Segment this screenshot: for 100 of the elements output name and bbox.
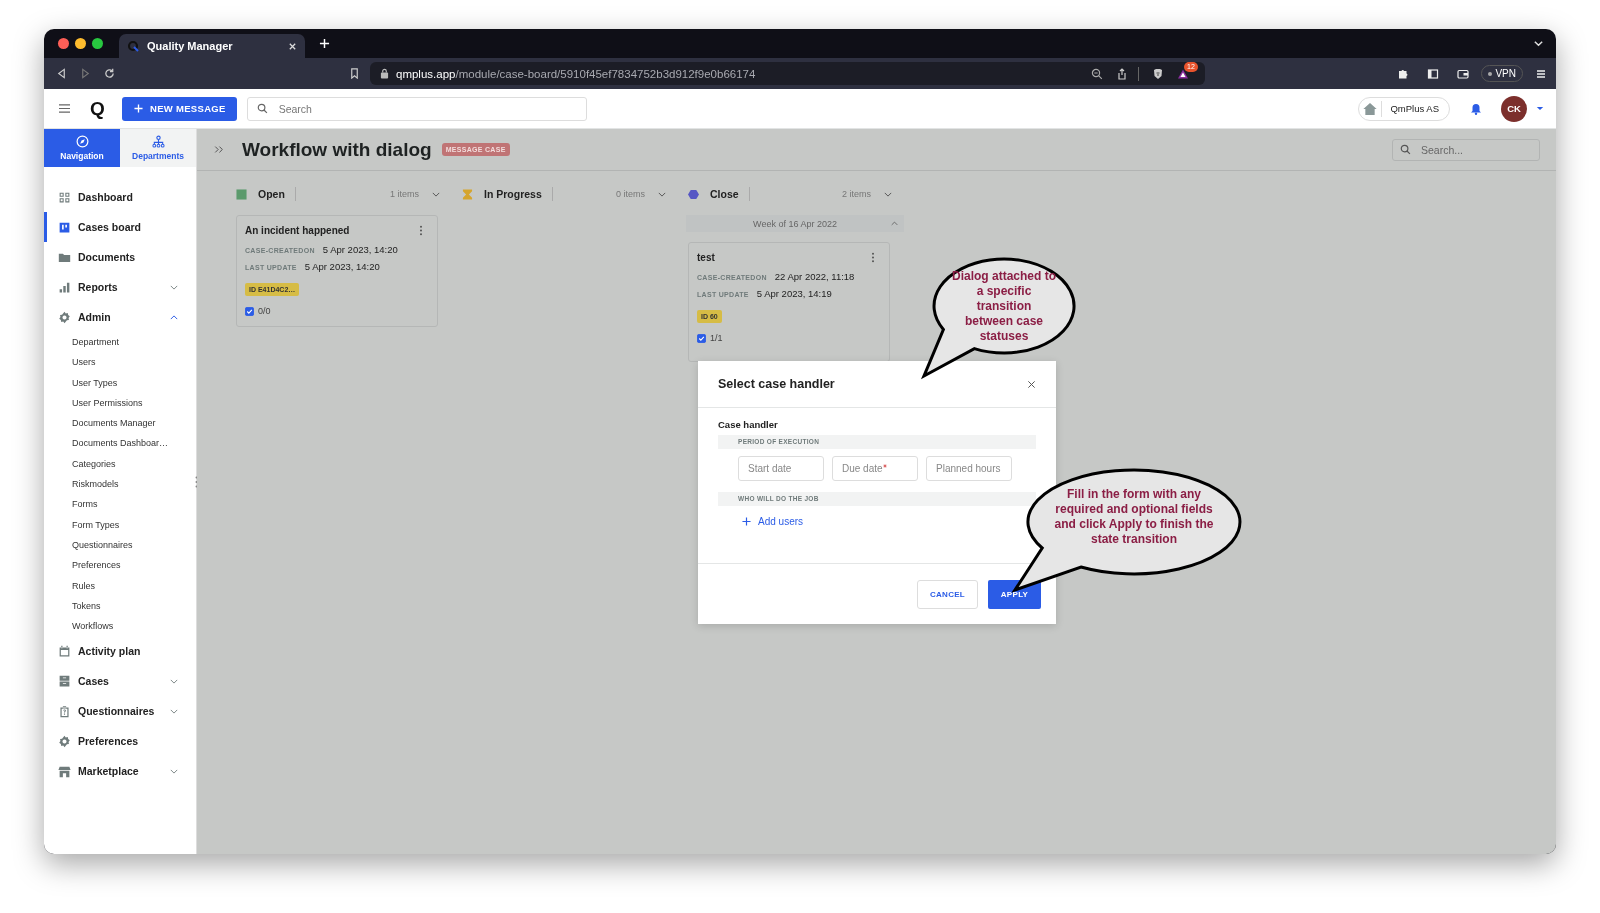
app-logo[interactable]: Q: [90, 97, 108, 120]
resize-handle[interactable]: [195, 476, 198, 488]
input-field[interactable]: Start date: [738, 456, 824, 481]
search-icon: [1400, 144, 1411, 155]
close-icon[interactable]: [1027, 379, 1036, 389]
nav-subitem[interactable]: User Permissions: [44, 392, 196, 414]
nav-item[interactable]: Dashboard: [44, 182, 196, 212]
chevron-icon[interactable]: [884, 191, 892, 197]
nav-subitem[interactable]: Questionnaires: [44, 534, 196, 556]
nav-subitem[interactable]: Users: [44, 352, 196, 373]
nav-subitem[interactable]: User Types: [44, 372, 196, 393]
chevron-icon[interactable]: [658, 191, 666, 197]
search-field[interactable]: Search...: [1392, 138, 1540, 161]
nav-subitem[interactable]: Preferences: [44, 555, 196, 576]
nav-subitem[interactable]: Documents Manager: [44, 413, 196, 434]
nav-subitem[interactable]: Documents Dashboar…: [44, 433, 196, 454]
field-value: 22 Apr 2022, 11:18: [774, 271, 855, 282]
calendar-icon: [58, 644, 71, 658]
back-icon[interactable]: [56, 68, 67, 79]
close-window-button[interactable]: [58, 38, 69, 49]
lock-icon: [380, 68, 389, 79]
compass-icon: [75, 135, 89, 148]
bar-chart-icon: [58, 280, 71, 294]
bookmark-icon[interactable]: [349, 68, 360, 79]
minimize-window-button[interactable]: [75, 38, 86, 49]
more-icon[interactable]: [419, 225, 423, 236]
caret-icon[interactable]: [1536, 106, 1544, 111]
checklist-count: 1/1: [710, 333, 723, 343]
gear-icon: [58, 734, 71, 748]
new-message-button[interactable]: NEW MESSAGE: [122, 96, 237, 121]
nav-item[interactable]: Questionnaires: [44, 696, 196, 727]
nav-item[interactable]: Preferences: [44, 726, 196, 757]
sidebar-panel-icon[interactable]: [1427, 67, 1440, 80]
search-field[interactable]: Search: [246, 96, 587, 121]
nav-item[interactable]: Marketplace: [44, 756, 196, 787]
plus-icon: [742, 517, 751, 526]
menu-icon[interactable]: [1535, 67, 1547, 80]
nav-subitem[interactable]: Forms: [44, 494, 196, 515]
nav-item[interactable]: Activity plan: [44, 636, 196, 667]
browser-tab[interactable]: Quality Manager: [119, 34, 305, 58]
field-value: 5 Apr 2023, 14:20: [304, 261, 380, 272]
user-avatar[interactable]: CK: [1501, 95, 1527, 122]
sidebar-tab[interactable]: Navigation: [44, 129, 120, 167]
chevron-icon[interactable]: [432, 191, 440, 197]
puzzle-icon[interactable]: [1397, 67, 1410, 80]
nav-item[interactable]: Admin: [44, 302, 196, 332]
checkbox[interactable]: [245, 306, 254, 316]
tab-list-icon[interactable]: [1533, 38, 1544, 49]
home-icon: [1362, 100, 1383, 117]
checkbox[interactable]: [697, 333, 706, 343]
chevron-icon[interactable]: [170, 284, 178, 290]
cancel-button[interactable]: CANCEL: [917, 579, 978, 609]
org-chart-icon: [151, 135, 165, 148]
item-count: 1 items: [390, 189, 419, 199]
card-title: An incident happened: [245, 225, 350, 236]
close-tab-icon[interactable]: [288, 41, 297, 51]
plus-icon: [134, 104, 143, 113]
chevron-icon[interactable]: [170, 678, 178, 684]
field-value: 5 Apr 2023, 14:19: [756, 288, 832, 299]
zoom-out-icon[interactable]: [1091, 67, 1103, 80]
new-tab-icon[interactable]: [319, 38, 330, 49]
required-icon: [883, 464, 888, 468]
nav-subitem[interactable]: Workflows: [44, 616, 196, 637]
input-field[interactable]: Planned hours: [926, 456, 1012, 481]
nav-subitem[interactable]: Riskmodels: [44, 474, 196, 495]
chevron-icon[interactable]: [170, 768, 178, 774]
nav-subitem[interactable]: Rules: [44, 575, 196, 596]
dialog-title: Select case handler: [718, 377, 835, 391]
clipboard-icon: [58, 704, 71, 718]
nav-subitem[interactable]: Form Types: [44, 514, 196, 535]
search-icon: [256, 103, 268, 114]
nav-item[interactable]: Documents: [44, 242, 196, 272]
add-users-link[interactable]: Add users: [742, 516, 804, 527]
zoom-window-button[interactable]: [92, 38, 103, 49]
callout-text: Dialog attached to a specific transition between case statuses: [952, 269, 1056, 344]
reload-icon[interactable]: [104, 68, 115, 79]
wallet-icon[interactable]: [1457, 67, 1470, 80]
nav-subitem[interactable]: Categories: [44, 453, 196, 475]
more-icon[interactable]: [871, 252, 875, 263]
item-count: 0 items: [616, 189, 645, 199]
menu-icon[interactable]: [58, 103, 71, 114]
share-icon[interactable]: [1116, 67, 1128, 80]
card-title: test: [697, 252, 715, 263]
nav-item[interactable]: Cases: [44, 666, 196, 697]
board-icon: [58, 220, 71, 234]
input-field[interactable]: Due date: [832, 456, 918, 481]
grid-icon: [58, 190, 71, 204]
nav-subitem[interactable]: Department: [44, 332, 196, 353]
sidebar-tab[interactable]: Departments: [120, 129, 196, 167]
nav-subitem[interactable]: Tokens: [44, 595, 196, 617]
triangle-icon[interactable]: [1177, 67, 1189, 80]
checklist-count: 0/0: [258, 306, 271, 316]
forward-icon[interactable]: [80, 68, 91, 79]
url-text: qmplus.app/module/case-board/5910f45ef7834752b3d912f9e0b66174: [396, 67, 756, 80]
bell-icon[interactable]: [1470, 102, 1482, 115]
chevron-icon[interactable]: [170, 314, 178, 320]
expand-icon[interactable]: [214, 145, 224, 154]
store-icon: [58, 764, 71, 778]
chevron-icon[interactable]: [170, 708, 178, 714]
nav-item[interactable]: Reports: [44, 272, 196, 302]
